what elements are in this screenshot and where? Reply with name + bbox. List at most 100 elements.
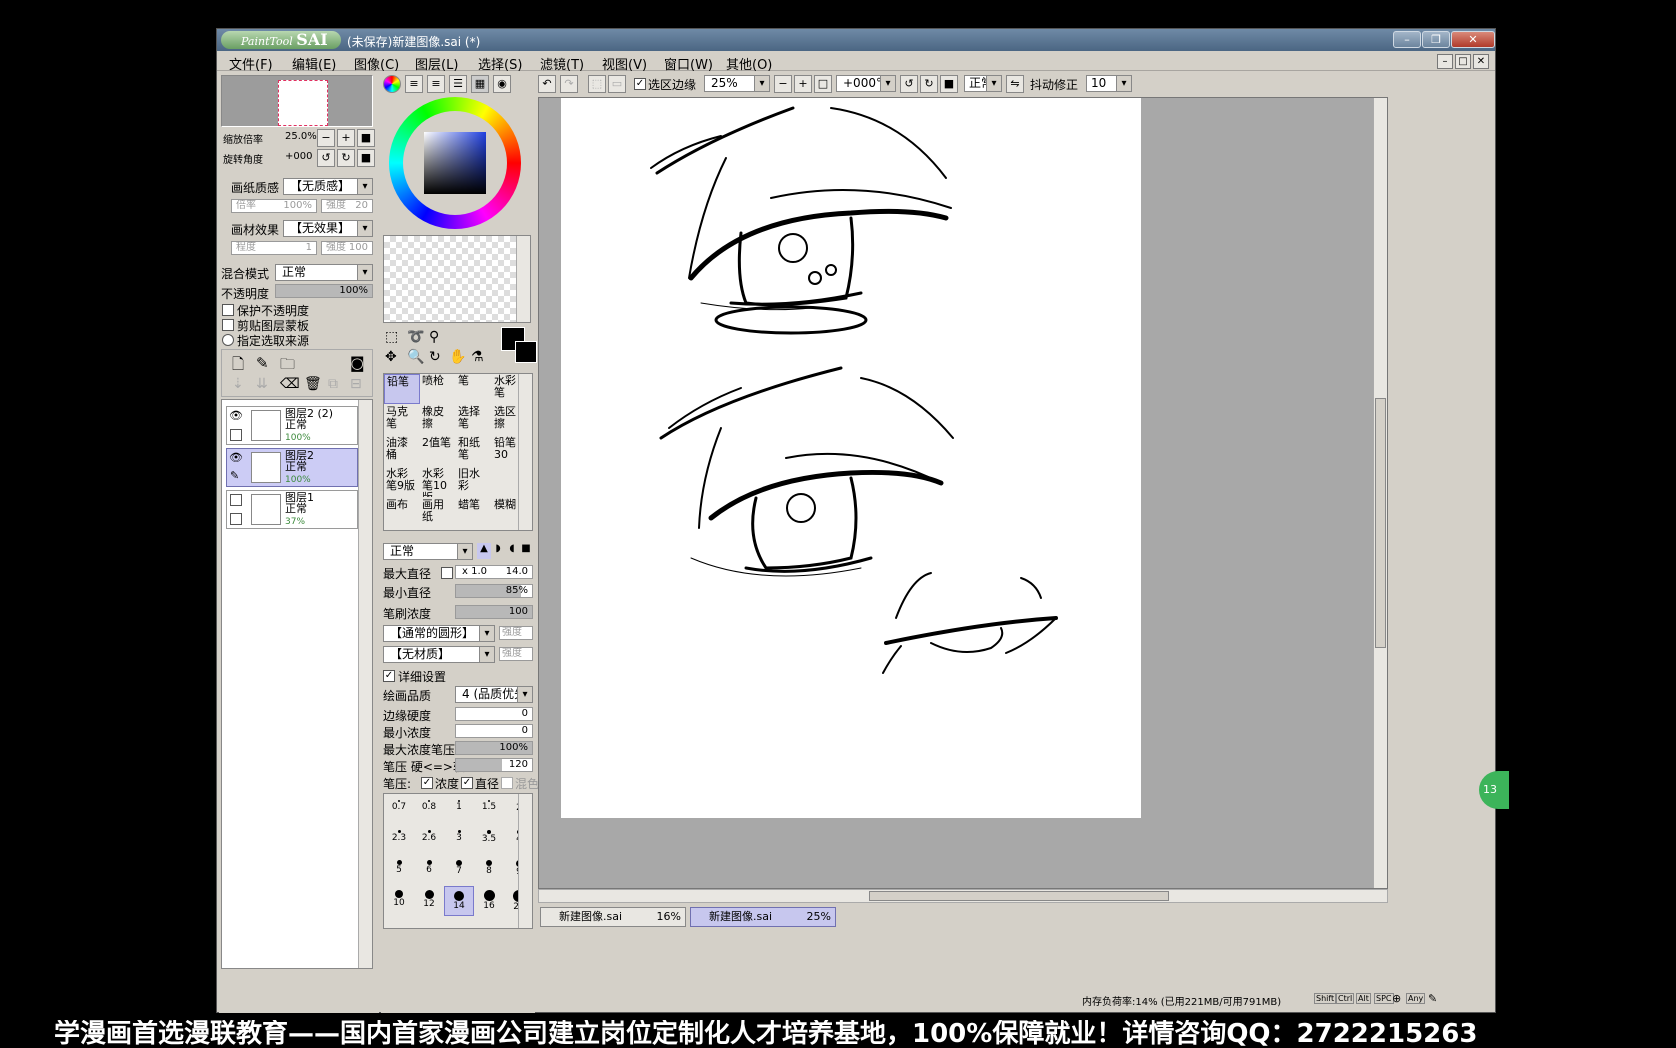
canvas-v-scrollbar[interactable] [1373, 98, 1387, 888]
layer-visibility-checkbox[interactable] [230, 494, 242, 506]
size-lock-checkbox[interactable] [441, 567, 453, 579]
layer-item[interactable]: 图层1 正常 37% [226, 490, 358, 529]
effect-strength-slider[interactable]: 强度 100 [321, 241, 373, 255]
zoom-plus-icon[interactable]: + [794, 75, 812, 93]
brush-shape-select[interactable]: 【通常的圆形】 [383, 625, 495, 642]
detail-settings-checkbox[interactable]: ✓ [383, 670, 395, 682]
density-slider[interactable]: 100 [455, 605, 533, 619]
brush-size-cell[interactable]: 1 [444, 796, 474, 826]
flip-icon[interactable]: ⇋ [1006, 75, 1024, 93]
effect-select[interactable]: 【无效果】 [283, 220, 373, 237]
paper-texture-select[interactable]: 【无质感】 [283, 178, 373, 195]
mdi-minimize-button[interactable]: – [1437, 54, 1453, 69]
eye-icon[interactable]: 👁 [229, 409, 243, 422]
rotate-ccw-icon[interactable]: ↺ [900, 75, 918, 93]
sv-square[interactable] [424, 132, 486, 194]
clear-layer-icon[interactable]: ⌫ [280, 376, 300, 392]
brush-size-cell[interactable]: 0.7 [384, 796, 414, 826]
pressure-size-checkbox[interactable]: ✓ [461, 777, 473, 789]
hsv-slider-tab-icon[interactable]: ≡ [427, 75, 445, 93]
tool-crayon[interactable]: 蜡笔 [456, 498, 492, 528]
clipping-checkbox[interactable] [222, 319, 234, 331]
tool-watercolor10[interactable]: 水彩笔10版 [420, 467, 456, 498]
menu-filter[interactable]: 滤镜(T) [540, 54, 584, 73]
tool-old-watercolor[interactable]: 旧水彩 [456, 467, 492, 497]
brush-size-cell[interactable]: 16 [474, 886, 504, 916]
zoom-out-button[interactable]: − [317, 129, 335, 147]
effect-degree-slider[interactable]: 程度 1 [231, 241, 317, 255]
tool-washi-pen[interactable]: 和纸笔 [456, 436, 492, 466]
canvas-h-scroll-thumb[interactable] [869, 891, 1169, 901]
brush-size-cell[interactable]: 3 [444, 826, 474, 856]
brush-size-scrollbar[interactable] [518, 794, 532, 928]
brush-size-cell[interactable]: 2.3 [384, 826, 414, 856]
doc-tab-active[interactable]: 新建图像.sai 25% [690, 907, 836, 927]
background-color-swatch[interactable] [515, 341, 537, 363]
new-vector-layer-icon[interactable]: ✎ [256, 354, 269, 372]
brush-size-cell-selected[interactable]: 14 [444, 886, 474, 916]
edge-hardness-slider[interactable]: 0 [455, 707, 533, 721]
tool-watercolor9[interactable]: 水彩笔9版 [384, 467, 420, 497]
mix-tab-icon[interactable]: ☰ [449, 75, 467, 93]
brush-size-cell[interactable]: 0.8 [414, 796, 444, 826]
layer-lock-checkbox[interactable] [230, 513, 242, 525]
layer-lock-checkbox[interactable] [230, 429, 242, 441]
menu-select[interactable]: 选择(S) [478, 54, 522, 73]
stabilizer-select[interactable]: 10 [1086, 75, 1132, 92]
pressure-slider[interactable]: 120 [455, 758, 533, 772]
zoom-reset-button[interactable]: ■ [357, 129, 375, 147]
zoom-select[interactable]: 25% [704, 75, 770, 92]
delete-layer-icon[interactable]: 🗑 [304, 376, 322, 392]
drawing-paper[interactable] [561, 98, 1141, 818]
tool-select-pen[interactable]: 选择笔 [456, 405, 492, 435]
scratchpad[interactable] [383, 235, 531, 323]
tip-soft-icon[interactable]: ◖ [505, 543, 519, 559]
opacity-slider[interactable]: 100% [275, 284, 373, 298]
doc-tab[interactable]: 新建图像.sai 16% [540, 907, 686, 927]
zoom-minus-icon[interactable]: − [774, 75, 792, 93]
rotate-reset-icon[interactable]: ■ [940, 75, 958, 93]
brush-texture-select[interactable]: 【无材质】 [383, 646, 495, 663]
minimize-button[interactable]: – [1393, 31, 1421, 48]
rotate-right-button[interactable]: ↻ [337, 149, 355, 167]
zoom-in-button[interactable]: + [337, 129, 355, 147]
canvas-v-scroll-thumb[interactable] [1375, 398, 1386, 648]
layer-scrollbar[interactable] [358, 400, 372, 968]
pressure-density-checkbox[interactable]: ✓ [421, 777, 433, 789]
color-wheel-tab-icon[interactable] [383, 75, 401, 93]
protect-opacity-checkbox[interactable] [222, 304, 234, 316]
tip-sharp-icon[interactable]: ▲ [477, 543, 491, 559]
undo-icon[interactable]: ↶ [538, 75, 556, 93]
layer-item[interactable]: 👁 图层2 (2) 正常 100% [226, 406, 358, 445]
menu-edit[interactable]: 编辑(E) [292, 54, 336, 73]
brush-size-cell[interactable]: 1.5 [474, 796, 504, 826]
tip-flat-icon[interactable]: ■ [519, 543, 533, 559]
menu-file[interactable]: 文件(F) [229, 54, 273, 73]
brush-size-cell[interactable]: 5 [384, 856, 414, 886]
menu-layer[interactable]: 图层(L) [415, 54, 458, 73]
hand-icon[interactable]: ✋ [449, 349, 466, 365]
rotate-icon[interactable]: ↻ [429, 349, 441, 365]
canvas-area[interactable] [538, 97, 1388, 889]
swatch-tab-icon[interactable]: ▦ [471, 75, 489, 93]
max-pressure-slider[interactable]: 100% [455, 741, 533, 755]
texture-scale-slider[interactable]: 倍率 100% [231, 199, 317, 213]
scratchpad-tab-icon[interactable]: ◉ [493, 75, 511, 93]
eyedropper-icon[interactable]: ⚗ [471, 349, 484, 365]
selection-edge-checkbox[interactable]: ✓ [634, 78, 646, 90]
brush-size-cell[interactable]: 7 [444, 856, 474, 886]
navigator-viewport[interactable] [278, 80, 328, 126]
brush-size-cell[interactable]: 6 [414, 856, 444, 886]
floating-badge[interactable]: 13 [1479, 771, 1509, 809]
brush-size-cell[interactable]: 3.5 [474, 826, 504, 856]
navigator-preview[interactable] [221, 75, 373, 127]
quality-select[interactable]: 4 (品质优先) [455, 686, 533, 703]
blend-mode-select[interactable]: 正常 [275, 264, 373, 281]
layer-item-selected[interactable]: 👁 ✎ 图层2 正常 100% [226, 448, 358, 487]
rotate-reset-button[interactable]: ■ [357, 149, 375, 167]
scratchpad-scrollbar[interactable] [516, 236, 530, 322]
tool-eraser[interactable]: 橡皮擦 [420, 405, 456, 435]
texture-strength-slider[interactable]: 强度 20 [321, 199, 373, 213]
menu-other[interactable]: 其他(O) [726, 54, 772, 73]
mdi-close-button[interactable]: ✕ [1473, 54, 1489, 69]
